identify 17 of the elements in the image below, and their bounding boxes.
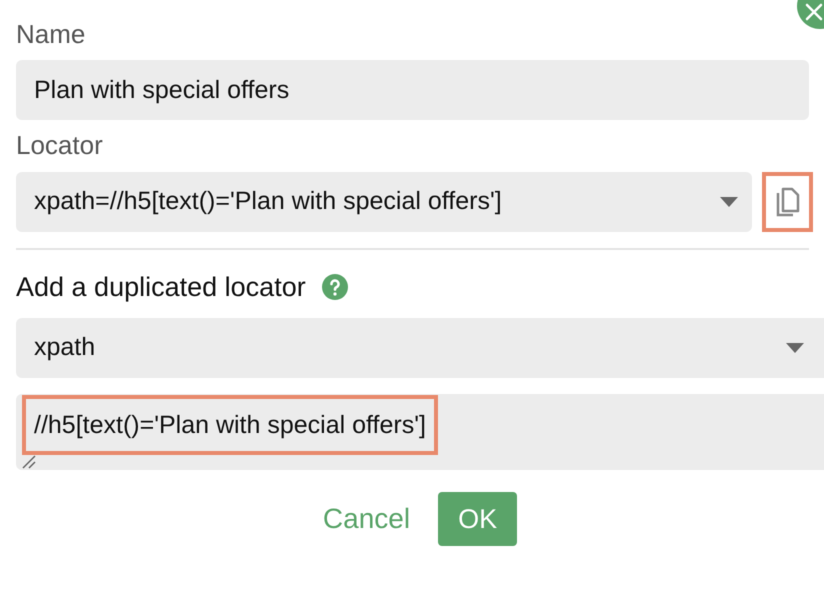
copy-button[interactable]	[762, 172, 813, 232]
caret-icon	[720, 197, 738, 207]
textarea-value: //h5[text()='Plan with special offers']	[22, 395, 438, 455]
select-value: xpath	[34, 332, 96, 364]
strategy-select[interactable]: xpath	[16, 318, 824, 378]
select-value: xpath=//h5[text()='Plan with special offers']	[34, 186, 502, 218]
name-field[interactable]: Plan with special offers	[16, 60, 809, 120]
copy-icon	[774, 187, 800, 217]
section-title: Add a duplicated locator	[16, 271, 306, 304]
field-label: Name	[16, 18, 86, 51]
resize-handle-icon[interactable]	[22, 455, 36, 469]
help-icon[interactable]	[322, 274, 348, 300]
close-icon	[804, 2, 824, 22]
field-label: Locator	[16, 129, 104, 162]
locator-textarea[interactable]: //h5[text()='Plan with special offers']	[16, 394, 824, 470]
caret-icon	[786, 343, 804, 353]
locator-select[interactable]: xpath=//h5[text()='Plan with special offers']	[16, 172, 752, 232]
